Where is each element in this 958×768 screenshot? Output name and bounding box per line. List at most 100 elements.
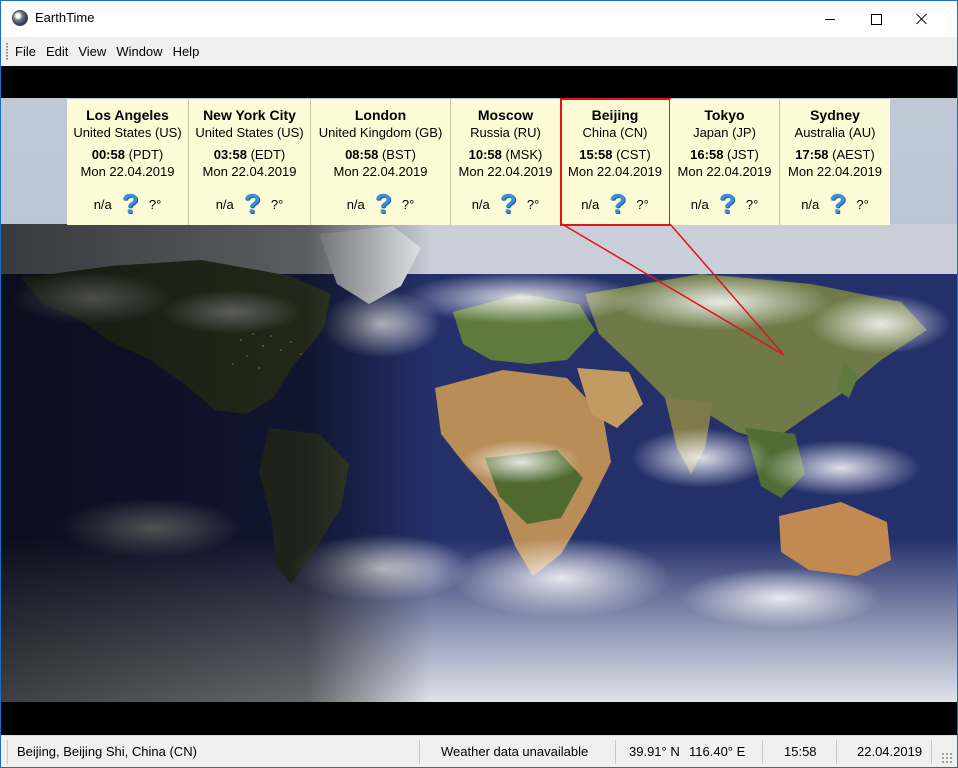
resize-grip-icon[interactable] (941, 752, 953, 764)
city-panel-beijing[interactable]: Beijing China (CN) 15:58 (CST) Mon 22.04… (560, 98, 671, 226)
weather-temperature: ?° (148, 196, 162, 212)
weather-temperature: ?° (526, 196, 540, 212)
menu-window[interactable]: Window (111, 37, 167, 66)
city-timezone: (AEST) (832, 147, 875, 162)
city-panel-london[interactable]: London United Kingdom (GB) 08:58 (BST) M… (311, 99, 451, 225)
city-country: China (CN) (582, 125, 648, 140)
question-mark-icon: ? (718, 188, 736, 219)
weather-condition: n/a (471, 196, 490, 212)
menu-grip-handle[interactable] (6, 42, 8, 61)
city-date: Mon 22.04.2019 (788, 164, 882, 179)
question-mark-icon: ? (121, 188, 139, 219)
city-weather: n/a ? ?° (189, 190, 310, 218)
city-country: Russia (RU) (470, 125, 541, 140)
question-mark-icon: ? (829, 188, 847, 219)
city-timezone: (EDT) (250, 147, 286, 162)
status-separator (419, 740, 420, 764)
menu-file[interactable]: File (10, 37, 41, 66)
city-weather: n/a ? ?° (67, 190, 188, 218)
city-weather: n/a ? ?° (311, 190, 450, 218)
city-panel-sydney[interactable]: Sydney Australia (AU) 17:58 (AEST) Mon 2… (780, 99, 890, 225)
question-mark-icon: ? (609, 188, 627, 219)
menu-edit[interactable]: Edit (41, 37, 73, 66)
city-clock: 16:58 (690, 147, 724, 162)
city-name: London (354, 107, 407, 123)
status-latitude: 39.91° N (629, 744, 680, 759)
status-bar: Beijing, Beijing Shi, China (CN) Weather… (1, 735, 957, 767)
city-timezone: (JST) (727, 147, 759, 162)
city-name: Beijing (591, 107, 639, 123)
city-country: United States (US) (73, 125, 182, 140)
minimize-button[interactable] (807, 1, 853, 37)
city-name: Moscow (477, 107, 534, 123)
city-name: New York City (203, 107, 296, 123)
city-country: Japan (JP) (693, 125, 756, 140)
map-view[interactable]: Los Angeles United States (US) 00:58 (PD… (1, 66, 957, 735)
close-icon (916, 13, 928, 25)
city-time: 16:58 (JST) (670, 146, 779, 163)
status-separator (931, 740, 932, 764)
city-time: 17:58 (AEST) (780, 146, 890, 163)
weather-condition: n/a (801, 196, 820, 212)
question-mark-icon: ? (243, 188, 261, 219)
status-separator (615, 740, 616, 764)
city-date: Mon 22.04.2019 (458, 164, 553, 179)
menu-view[interactable]: View (73, 37, 111, 66)
weather-temperature: ?° (745, 196, 759, 212)
city-clock: 17:58 (795, 147, 829, 162)
city-clock: 15:58 (579, 147, 613, 162)
status-weather: Weather data unavailable (441, 744, 589, 759)
city-panel-los-angeles[interactable]: Los Angeles United States (US) 00:58 (PD… (67, 99, 189, 225)
menu-help[interactable]: Help (168, 37, 205, 66)
city-timezone: (BST) (381, 147, 416, 162)
city-panel-tokyo[interactable]: Tokyo Japan (JP) 16:58 (JST) Mon 22.04.2… (670, 99, 780, 225)
city-time: 10:58 (MSK) (451, 146, 560, 163)
city-date: Mon 22.04.2019 (202, 164, 297, 179)
question-mark-icon: ? (499, 188, 517, 219)
city-weather: n/a ? ?° (670, 190, 779, 218)
city-date: Mon 22.04.2019 (80, 164, 175, 179)
weather-temperature: ?° (636, 196, 649, 212)
city-weather: n/a ? ?° (561, 190, 669, 218)
city-country: United States (US) (195, 125, 304, 140)
status-separator (7, 740, 8, 764)
weather-condition: n/a (581, 196, 600, 212)
city-time: 15:58 (CST) (561, 146, 669, 163)
city-name: Tokyo (704, 107, 745, 123)
city-name: Sydney (810, 107, 860, 123)
window-title: EarthTime (35, 10, 95, 25)
earth-app-icon[interactable] (12, 10, 28, 26)
weather-condition: n/a (215, 196, 234, 212)
close-button[interactable] (899, 1, 945, 37)
city-panel-new-york-city[interactable]: New York City United States (US) 03:58 (… (189, 99, 311, 225)
city-country: Australia (AU) (794, 125, 876, 140)
status-separator (836, 740, 837, 764)
question-mark-icon: ? (374, 188, 392, 219)
city-timezone: (CST) (616, 147, 651, 162)
city-timezone: (MSK) (505, 147, 543, 162)
night-shade (1, 224, 957, 702)
city-clock: 10:58 (468, 147, 502, 162)
city-weather: n/a ? ?° (451, 190, 560, 218)
weather-temperature: ?° (856, 196, 869, 212)
status-time: 15:58 (784, 744, 817, 759)
city-country: United Kingdom (GB) (318, 125, 443, 140)
city-date: Mon 22.04.2019 (333, 164, 428, 179)
city-date: Mon 22.04.2019 (677, 164, 772, 179)
minimize-icon (825, 18, 835, 20)
city-panels: Los Angeles United States (US) 00:58 (PD… (67, 98, 890, 226)
status-location: Beijing, Beijing Shi, China (CN) (17, 744, 197, 759)
status-separator (762, 740, 763, 764)
city-name: Los Angeles (86, 107, 169, 123)
city-time: 00:58 (PDT) (67, 146, 188, 163)
city-clock: 08:58 (345, 147, 379, 162)
city-time: 03:58 (EDT) (189, 146, 310, 163)
maximize-button[interactable] (853, 1, 899, 37)
city-weather: n/a ? ?° (780, 190, 890, 218)
status-longitude: 116.40° E (689, 744, 746, 759)
weather-condition: n/a (690, 196, 709, 212)
title-bar[interactable]: EarthTime (1, 1, 957, 37)
city-panel-moscow[interactable]: Moscow Russia (RU) 10:58 (MSK) Mon 22.04… (451, 99, 561, 225)
weather-condition: n/a (93, 196, 112, 212)
maximize-icon (870, 13, 882, 25)
